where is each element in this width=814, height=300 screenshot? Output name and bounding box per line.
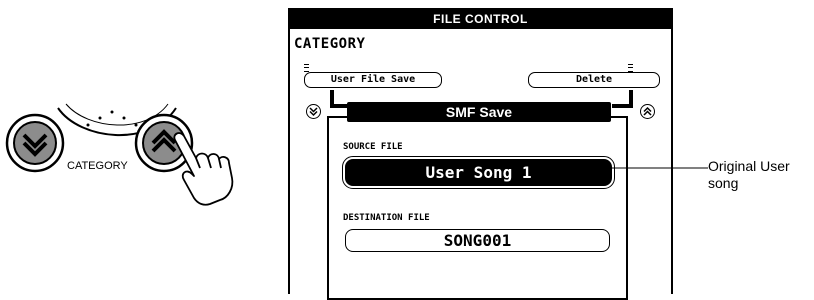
selected-mode-bar[interactable]: SMF Save (347, 102, 611, 122)
callout-label: Original User song (708, 158, 814, 192)
source-file-label: SOURCE FILE (343, 142, 403, 152)
callout-line-1: Original User (708, 158, 790, 174)
callout-line-2: song (708, 175, 739, 191)
source-file-field[interactable]: User Song 1 (342, 156, 615, 189)
save-dialog: SOURCE FILE User Song 1 DESTINATION FILE… (327, 116, 628, 300)
right-item-marker (628, 64, 633, 72)
category-down-button[interactable] (5, 113, 65, 173)
destination-file-label: DESTINATION FILE (343, 213, 430, 223)
left-item-marker (304, 64, 309, 72)
lcd-screen: FILE CONTROL CATEGORY User File Save Del… (288, 8, 673, 300)
callout-leader-line (598, 167, 708, 169)
destination-file-field[interactable]: SONG001 (345, 229, 610, 252)
circle-chevron-up-icon[interactable] (640, 104, 655, 119)
panel-illustration (5, 103, 234, 206)
lcd-header-title: FILE CONTROL (290, 10, 671, 29)
pointing-hand-icon (173, 132, 234, 206)
lcd-category-title: CATEGORY (294, 36, 366, 52)
category-item-delete[interactable]: Delete (528, 72, 660, 88)
category-label: CATEGORY (67, 160, 128, 172)
circle-chevron-down-icon[interactable] (306, 104, 321, 119)
category-item-user-file-save[interactable]: User File Save (304, 72, 442, 88)
